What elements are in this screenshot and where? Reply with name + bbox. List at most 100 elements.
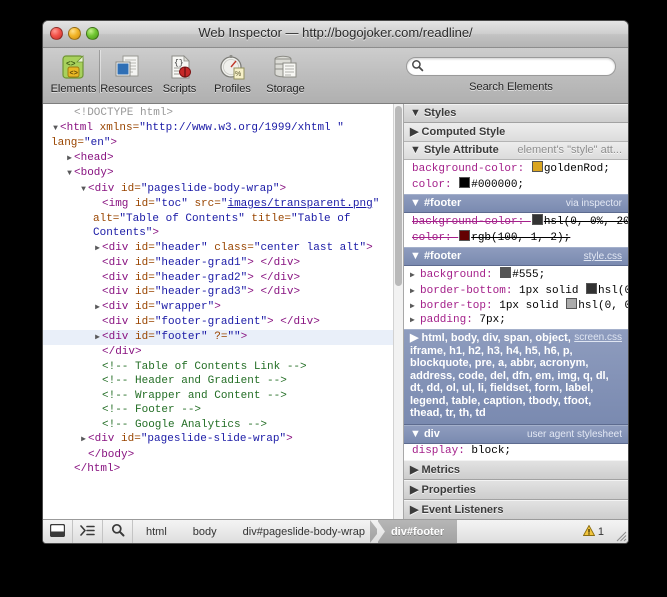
disclosure-triangle-closed-icon[interactable]: ▶ — [93, 301, 102, 316]
css-property[interactable]: color: #000000; — [410, 177, 622, 193]
dom-node[interactable]: <div id="header-grad3"> </div> — [43, 285, 403, 300]
color-swatch[interactable] — [566, 298, 577, 309]
disclosure-triangle-closed-icon[interactable]: ▶ — [410, 332, 422, 344]
tab-resources[interactable]: Resources — [100, 48, 153, 95]
dom-tree-panel[interactable]: <!DOCTYPE html>▼<html xmlns="http://www.… — [43, 104, 404, 519]
magnifier-icon — [111, 523, 125, 540]
dom-token: > — [214, 301, 221, 313]
disclosure-triangle-closed-icon[interactable]: ▶ — [410, 285, 420, 299]
breadcrumb-item[interactable]: div#footer — [378, 520, 457, 543]
collapsed-pane-event-listeners[interactable]: ▶ Event Listeners — [404, 500, 628, 519]
disclosure-triangle-open-icon[interactable]: ▼ — [79, 183, 88, 198]
dom-node[interactable]: <div id="header-grad2"> </div> — [43, 271, 403, 286]
dom-node[interactable]: <!-- Wrapper and Content --> — [43, 389, 403, 404]
collapsed-pane-properties[interactable]: ▶ Properties — [404, 480, 628, 500]
dom-node[interactable]: ▼<html xmlns="http://www.w3.org/1999/xht… — [43, 121, 403, 151]
disclosure-triangle-open-icon[interactable]: ▼ — [65, 167, 74, 182]
disclosure-triangle-closed-icon[interactable]: ▶ — [410, 314, 420, 328]
color-swatch[interactable] — [459, 230, 470, 241]
computed-style-header[interactable]: ▶ Computed Style — [404, 123, 628, 142]
color-swatch[interactable] — [532, 161, 543, 172]
tab-elements[interactable]: <> <> Elements — [47, 48, 100, 95]
style-rule-header[interactable]: ▼ divuser agent stylesheet — [404, 425, 628, 444]
css-property[interactable]: display: block; — [410, 445, 622, 459]
css-property-name: padding: — [420, 314, 479, 326]
tab-profiles[interactable]: % Profiles — [206, 48, 259, 95]
css-property[interactable]: background-color: goldenRod; — [410, 161, 622, 177]
stylesheet-source-link[interactable]: user agent stylesheet — [527, 429, 622, 440]
styles-pane-header[interactable]: ▼ Styles — [404, 104, 628, 123]
chevron-right-icon: ▶ — [410, 464, 422, 476]
stylesheet-source-link[interactable]: style.css — [584, 251, 622, 262]
dom-node[interactable]: </html> — [43, 462, 403, 477]
disclosure-triangle-closed-icon[interactable]: ▶ — [410, 269, 420, 283]
color-swatch[interactable] — [500, 267, 511, 278]
dom-node[interactable]: <div id="header-grad1"> </div> — [43, 256, 403, 271]
dom-token: <div — [102, 331, 135, 343]
css-property[interactable]: color: rgb(100, 1, 2); — [410, 230, 622, 246]
dom-node[interactable]: </body> — [43, 448, 403, 463]
dom-token: "header" — [155, 242, 208, 254]
css-property-value: hsl(0, 0%,... — [598, 285, 628, 297]
breadcrumb-item[interactable]: body — [180, 520, 230, 543]
style-rule-selector: ▼ Style Attribute — [410, 144, 499, 156]
tab-scripts[interactable]: {} Scripts — [153, 48, 206, 95]
css-property[interactable]: ▶border-bottom: 1px solid hsl(0, 0%,... — [410, 283, 622, 299]
dom-tree-scrollbar[interactable] — [393, 104, 403, 519]
collapsed-pane-metrics[interactable]: ▶ Metrics — [404, 460, 628, 480]
dom-node[interactable]: <div id="footer-gradient"> </div> — [43, 315, 403, 330]
style-rule-selector-list[interactable]: screen.css ▶ html, body, div, span, objec… — [404, 329, 628, 425]
search-input[interactable] — [406, 57, 616, 76]
css-property[interactable]: ▶background: #555; — [410, 267, 622, 283]
dom-node-selected[interactable]: ▶<div id="footer" ?=""> — [43, 330, 403, 346]
search-toggle-button[interactable] — [103, 520, 133, 543]
disclosure-triangle-closed-icon[interactable]: ▶ — [93, 242, 102, 257]
disclosure-triangle-closed-icon[interactable]: ▶ — [79, 433, 88, 448]
style-rule-body: background-color: goldenRod;color: #0000… — [404, 160, 628, 194]
toggle-sidebar-button[interactable] — [73, 520, 103, 543]
dom-node[interactable]: ▶<div id="wrapper"> — [43, 300, 403, 316]
color-swatch[interactable] — [459, 177, 470, 188]
dom-token: "header-grad2" — [155, 272, 247, 284]
stylesheet-source-link[interactable]: via inspector — [566, 198, 622, 209]
disclosure-triangle-closed-icon[interactable]: ▶ — [65, 152, 74, 167]
dom-node[interactable]: ▶<div id="pageslide-slide-wrap"> — [43, 432, 403, 448]
scripts-icon: {} — [153, 51, 206, 84]
resize-grip-icon[interactable] — [612, 520, 628, 543]
disclosure-triangle-closed-icon[interactable]: ▶ — [93, 331, 102, 346]
resource-link[interactable]: images/transparent.png — [227, 198, 372, 210]
dom-token: alt= — [93, 213, 119, 225]
css-property[interactable]: ▶padding: 7px; — [410, 314, 622, 328]
dom-node[interactable]: <!-- Header and Gradient --> — [43, 374, 403, 389]
css-property[interactable]: ▶border-top: 1px solid hsl(0, 0%, 67%); — [410, 298, 622, 314]
color-swatch[interactable] — [586, 283, 597, 294]
style-rule-body: ▶background: #555;▶border-bottom: 1px so… — [404, 266, 628, 329]
warning-count-indicator[interactable]: 1 — [575, 520, 612, 543]
breadcrumb-item[interactable]: html — [133, 520, 180, 543]
dom-node[interactable]: ▶<head> — [43, 151, 403, 167]
style-rule-header[interactable]: ▼ #footerstyle.css — [404, 247, 628, 266]
color-swatch[interactable] — [532, 214, 543, 225]
dom-node[interactable]: </div> — [43, 345, 403, 360]
dom-node[interactable]: ▶<div id="header" class="center last alt… — [43, 241, 403, 257]
disclosure-triangle-closed-icon[interactable]: ▶ — [410, 300, 420, 314]
toggle-drawer-button[interactable] — [43, 520, 73, 543]
dom-token: "toc" — [155, 198, 188, 210]
dom-node[interactable]: <!-- Google Analytics --> — [43, 418, 403, 433]
disclosure-triangle-open-icon[interactable]: ▼ — [51, 122, 60, 137]
dom-node[interactable]: <!-- Table of Contents Link --> — [43, 360, 403, 375]
dom-node[interactable]: <!DOCTYPE html> — [43, 106, 403, 121]
stylesheet-source-link[interactable]: screen.css — [574, 332, 622, 345]
stylesheet-source-link[interactable]: element's "style" att... — [517, 144, 622, 156]
dom-node[interactable]: <!-- Footer --> — [43, 403, 403, 418]
tab-storage[interactable]: Storage — [259, 48, 312, 95]
style-rule-header[interactable]: ▼ Style Attribute element's "style" att..… — [404, 142, 628, 160]
selector-text: html, body, div, span, object, iframe, h… — [410, 332, 609, 419]
dom-node[interactable]: ▼<body> — [43, 166, 403, 182]
css-property[interactable]: background-color: hsl(0, 0%, 20%); — [410, 214, 622, 230]
dom-token: id= — [135, 257, 155, 269]
breadcrumb-item[interactable]: div#pageslide-body-wrap — [230, 520, 378, 543]
dom-node[interactable]: <img id="toc" src="images/transparent.pn… — [43, 197, 403, 241]
dom-node[interactable]: ▼<div id="pageslide-body-wrap"> — [43, 182, 403, 198]
style-rule-header[interactable]: ▼ #footervia inspector — [404, 194, 628, 213]
